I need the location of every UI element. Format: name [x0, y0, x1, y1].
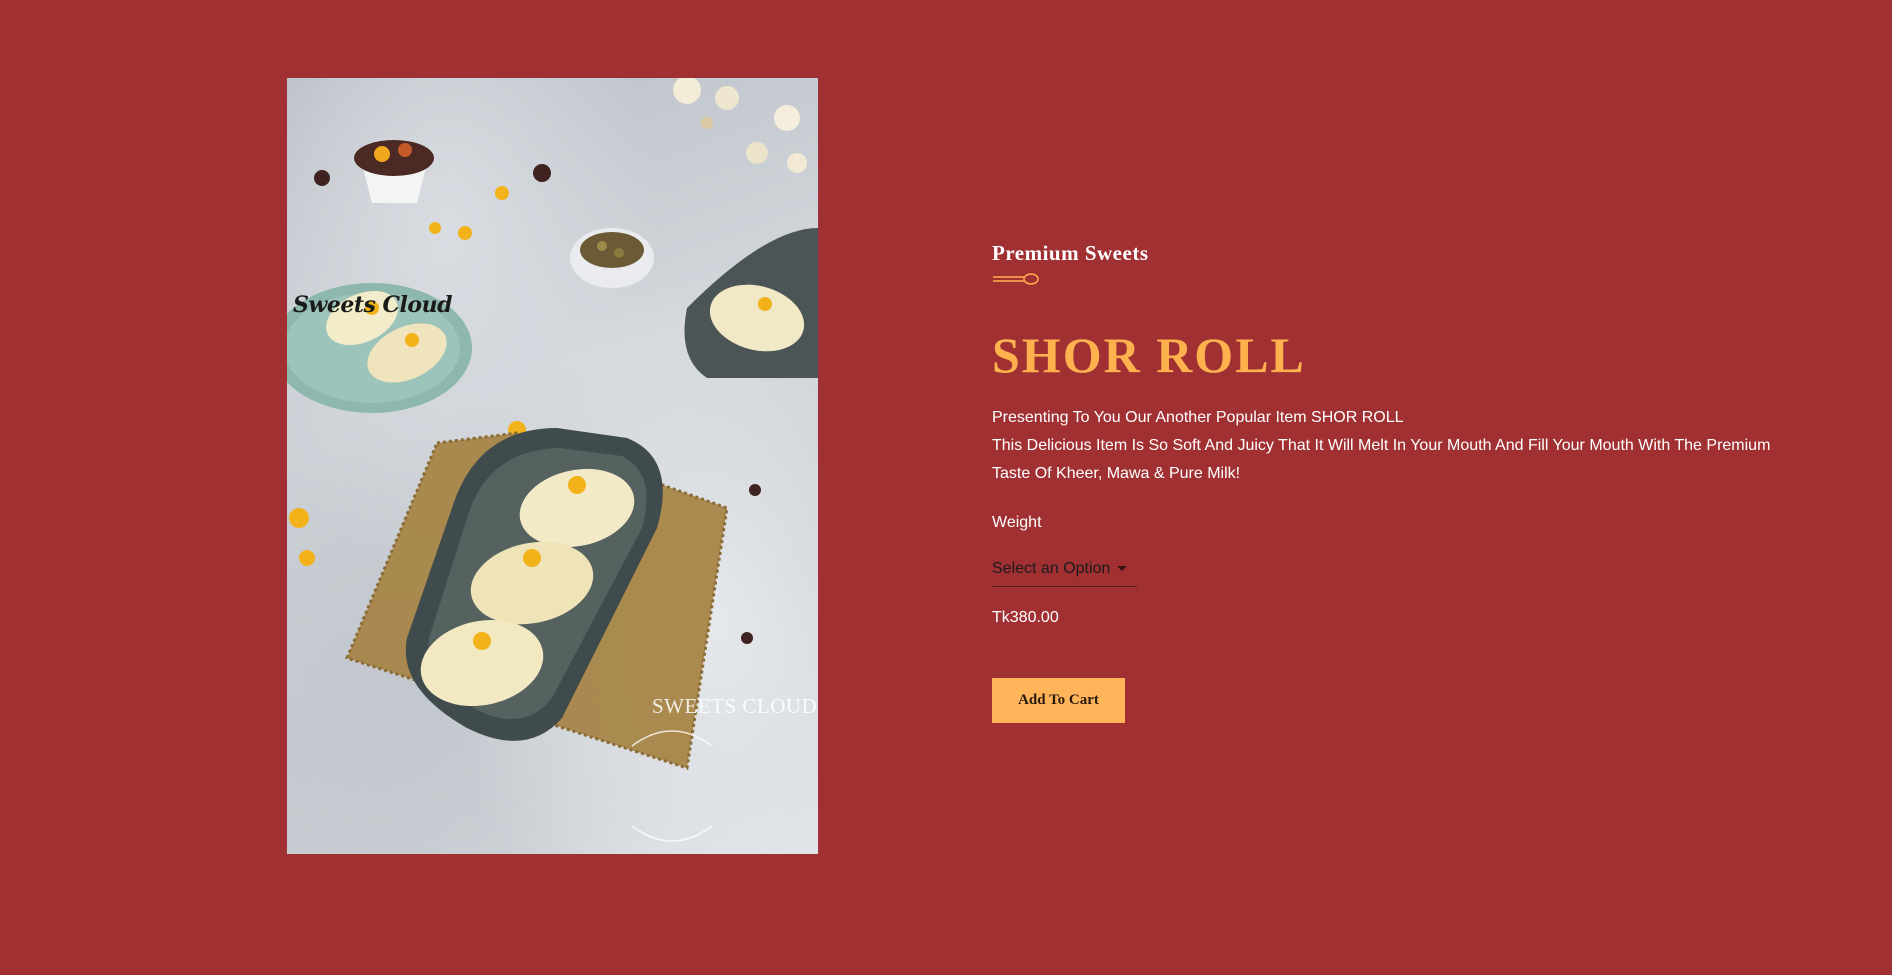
product-image	[287, 78, 818, 854]
pistachio-bowl	[570, 228, 654, 288]
add-to-cart-button[interactable]: Add To Cart	[992, 678, 1125, 723]
product-page: Sweets Cloud SWEETS CLOUD Premium Sweets…	[0, 0, 1892, 975]
product-category: Premium Sweets	[992, 241, 1149, 265]
cupcake-decoration	[354, 140, 434, 203]
description-line: This Delicious Item Is So Soft And Juicy…	[992, 437, 1771, 482]
product-price: Tk380.00	[992, 609, 1059, 626]
plate-right	[684, 228, 818, 378]
weight-select[interactable]: Select an Option	[992, 556, 1137, 587]
weight-select-value: Select an Option	[992, 560, 1111, 577]
description-line: Presenting To You Our Another Popular It…	[992, 409, 1404, 426]
chevron-down-icon	[1117, 566, 1128, 572]
image-watermark: SWEETS CLOUD	[652, 694, 818, 718]
product-photo-illustration	[287, 78, 818, 842]
spoon-divider-icon	[993, 273, 1039, 285]
product-description: Presenting To You Our Another Popular It…	[992, 404, 1812, 488]
product-title: SHOR ROLL	[992, 327, 1306, 383]
image-caption: Sweets Cloud	[293, 292, 452, 318]
flowers-decoration	[673, 78, 807, 173]
weight-label: Weight	[992, 514, 1042, 531]
